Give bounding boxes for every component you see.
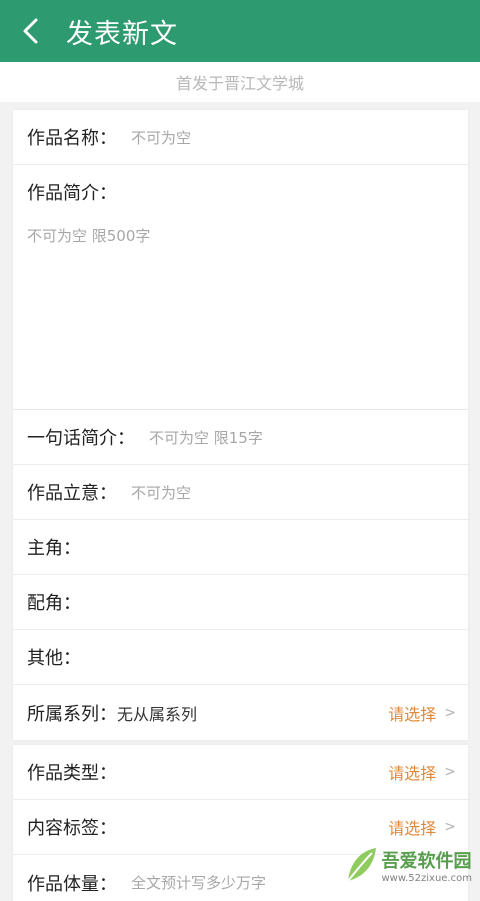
- watermark-url: www.52zixue.com: [381, 872, 473, 884]
- app-header: 发表新文: [0, 0, 480, 62]
- work-name-input[interactable]: 不可为空: [131, 127, 191, 148]
- chevron-left-icon: [23, 18, 38, 44]
- work-volume-label: 作品体量: [27, 873, 99, 895]
- oneline-intro-row[interactable]: 一句话简介 ： 不可为空 限15字: [13, 410, 468, 465]
- colon: ：: [99, 873, 117, 895]
- chevron-right-icon: >: [444, 704, 456, 721]
- supporting-label: 配角：: [27, 593, 81, 614]
- back-button[interactable]: [0, 0, 62, 62]
- protagonist-row[interactable]: 主角：: [13, 520, 468, 575]
- work-type-row[interactable]: 作品类型： 请选择 >: [13, 745, 468, 800]
- work-volume-input[interactable]: 全文预计写多少万字: [131, 872, 266, 893]
- chevron-right-icon: >: [444, 819, 456, 835]
- series-label: 所属系列：: [27, 703, 117, 725]
- series-select-label: 请选择: [388, 704, 437, 724]
- work-type-select-label: 请选择: [388, 764, 437, 783]
- protagonist-label: 主角：: [27, 538, 81, 559]
- others-row[interactable]: 其他：: [13, 630, 468, 685]
- leaf-logo-icon: [346, 848, 376, 882]
- work-theme-label: 作品立意: [27, 483, 99, 504]
- work-intro-field[interactable]: 作品简介： 不可为空 限500字: [13, 165, 468, 410]
- work-type-label: 作品类型：: [27, 763, 117, 784]
- work-type-select-button[interactable]: 请选择 >: [388, 745, 456, 799]
- content-tags-label: 内容标签：: [27, 818, 117, 839]
- series-row[interactable]: 所属系列： 无从属系列 请选择 >: [13, 685, 468, 740]
- work-theme-input[interactable]: 不可为空: [131, 482, 191, 503]
- publish-site-note: 首发于晋江文学城: [0, 62, 480, 102]
- work-name-row[interactable]: 作品名称 ： 不可为空: [13, 110, 468, 165]
- series-value: 无从属系列: [117, 704, 198, 724]
- others-label: 其他：: [27, 648, 81, 669]
- work-intro-input[interactable]: 不可为空 限500字: [27, 227, 150, 245]
- detail-info-card: 一句话简介 ： 不可为空 限15字 作品立意 ： 不可为空 主角： 配角： 其他…: [13, 410, 468, 740]
- colon: ：: [99, 483, 117, 504]
- oneline-intro-input[interactable]: 不可为空 限15字: [149, 427, 263, 448]
- work-theme-row[interactable]: 作品立意 ： 不可为空: [13, 465, 468, 520]
- colon: ：: [117, 428, 135, 449]
- work-name-label: 作品名称: [27, 128, 99, 149]
- chevron-right-icon: >: [444, 764, 456, 780]
- supporting-row[interactable]: 配角：: [13, 575, 468, 630]
- site-watermark: 吾爱软件园 www.52zixue.com: [342, 835, 472, 895]
- page-title: 发表新文: [66, 18, 178, 50]
- colon: ：: [99, 128, 117, 149]
- watermark-title: 吾爱软件园: [381, 850, 472, 872]
- oneline-intro-label: 一句话简介: [27, 428, 117, 449]
- series-select-button[interactable]: 请选择 >: [388, 685, 456, 740]
- work-intro-label: 作品简介：: [27, 183, 117, 204]
- basic-info-card: 作品名称 ： 不可为空 作品简介： 不可为空 限500字: [13, 110, 468, 410]
